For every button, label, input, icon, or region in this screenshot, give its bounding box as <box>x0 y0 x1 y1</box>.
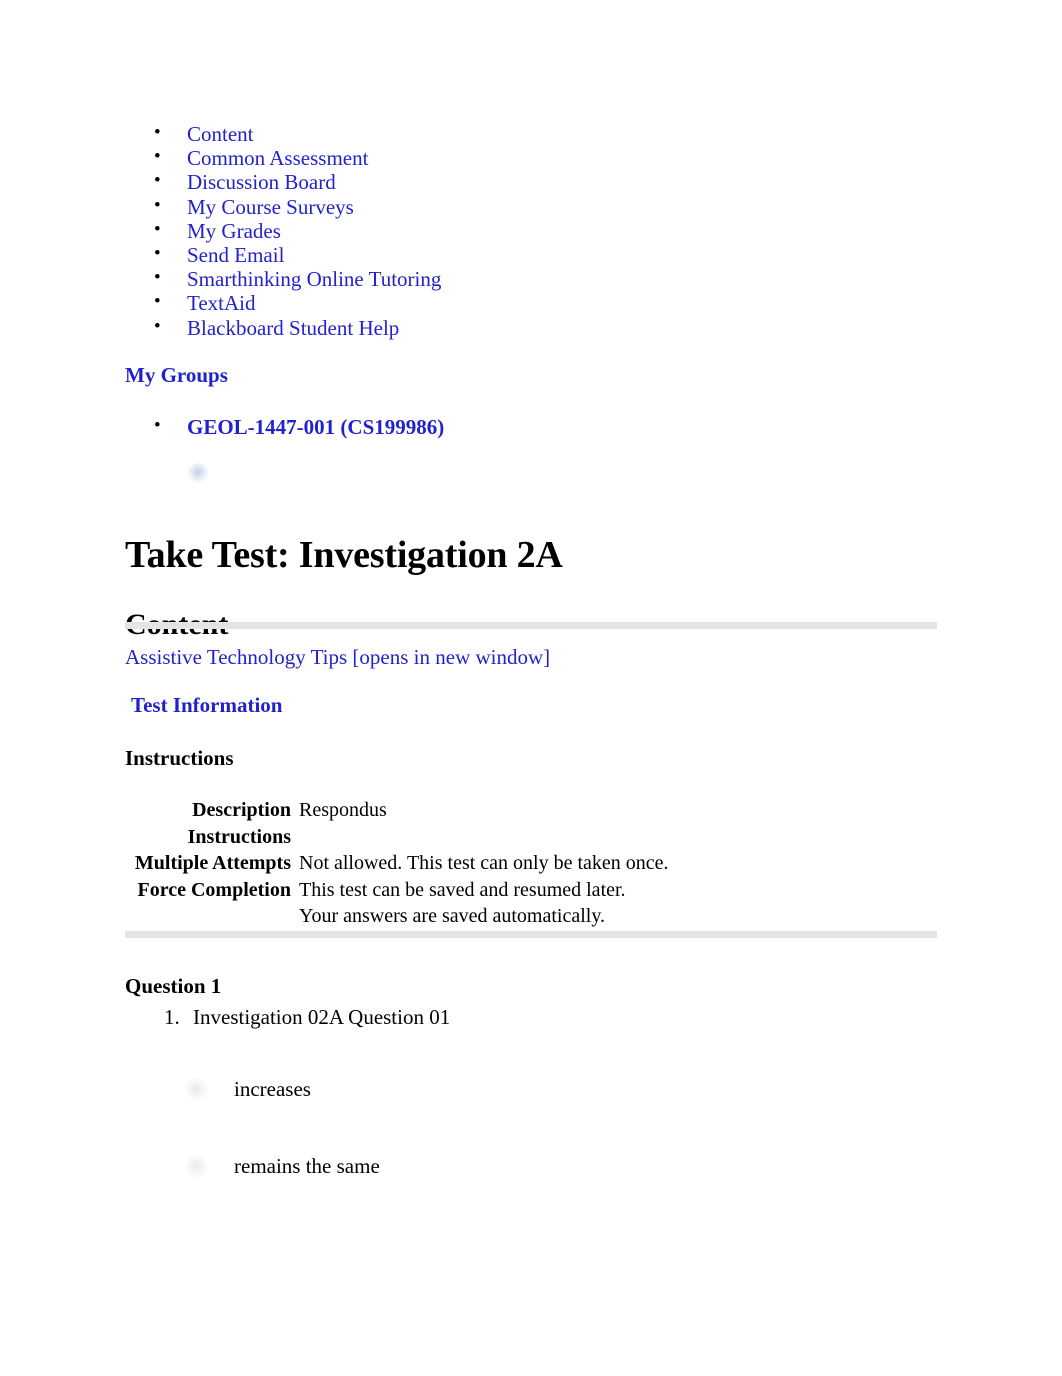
answer-option-label[interactable]: increases <box>234 1076 311 1102</box>
question-list: Investigation 02A Question 01 <box>125 1004 885 1030</box>
content-divider <box>125 622 937 629</box>
answer-option-remains-the-same[interactable]: remains the same <box>125 1147 885 1224</box>
instructions-heading: Instructions <box>125 746 234 770</box>
row-value: This test can be saved and resumed later… <box>299 878 626 901</box>
radio-button-icon[interactable] <box>185 1078 208 1101</box>
table-row: Multiple Attempts Not allowed. This test… <box>125 850 669 877</box>
test-page: Content Common Assessment Discussion Boa… <box>0 0 1062 1376</box>
question-heading: Question 1 <box>125 974 222 998</box>
radio-button-icon[interactable] <box>185 1155 208 1178</box>
row-value: Not allowed. This test can only be taken… <box>299 852 669 875</box>
sidebar-item-content[interactable]: Content <box>125 121 925 146</box>
my-groups-heading: My Groups <box>125 363 228 387</box>
sidebar-item-label[interactable]: My Course Surveys <box>187 195 354 219</box>
table-row: Instructions <box>125 824 669 851</box>
sidebar-item-send-email[interactable]: Send Email <box>125 242 925 267</box>
course-menu: Content Common Assessment Discussion Boa… <box>125 121 925 340</box>
row-value <box>295 824 669 851</box>
row-label: Description <box>192 799 291 821</box>
sidebar-item-label[interactable]: Content <box>187 122 254 146</box>
sidebar-item-blackboard-student-help[interactable]: Blackboard Student Help <box>125 314 925 340</box>
row-label: Multiple Attempts <box>134 852 291 875</box>
sidebar-item-smarthinking-online-tutoring[interactable]: Smarthinking Online Tutoring <box>125 266 925 291</box>
sidebar-item-label[interactable]: Smarthinking Online Tutoring <box>187 267 441 291</box>
table-row: Force Completion This test can be saved … <box>125 877 669 904</box>
sidebar-item-textaid[interactable]: TextAid <box>125 290 925 315</box>
sidebar-item-label[interactable]: Send Email <box>187 243 284 267</box>
answer-option-label[interactable]: remains the same <box>234 1153 380 1179</box>
row-value: Respondus <box>299 799 387 821</box>
sidebar-item-common-assessment[interactable]: Common Assessment <box>125 145 925 170</box>
table-row: Description Respondus <box>125 797 669 824</box>
row-label <box>125 903 295 930</box>
group-item-label[interactable]: GEOL-1447-001 (CS199986) <box>187 415 444 439</box>
sidebar-item-label[interactable]: Blackboard Student Help <box>187 316 399 340</box>
sidebar-item-discussion-board[interactable]: Discussion Board <box>125 169 925 194</box>
assistive-technology-tips-link[interactable]: Assistive Technology Tips [opens in new … <box>125 645 550 670</box>
broken-image-icon <box>188 463 208 483</box>
row-label: Force Completion <box>137 878 292 901</box>
sidebar-item-label[interactable]: TextAid <box>187 291 256 315</box>
sidebar-item-my-grades[interactable]: My Grades <box>125 218 925 243</box>
group-item-geol-1447-001[interactable]: GEOL-1447-001 (CS199986) <box>125 413 925 440</box>
answer-options: increases remains the same <box>125 1070 885 1224</box>
page-title: Take Test: Investigation 2A <box>125 534 563 577</box>
test-information-table: Description Respondus Instructions Multi… <box>125 797 669 930</box>
question-text: Investigation 02A Question 01 <box>185 1004 885 1030</box>
row-label: Instructions <box>187 825 291 848</box>
row-value: Your answers are saved automatically. <box>299 905 606 928</box>
sidebar-item-label[interactable]: My Grades <box>187 219 281 243</box>
test-information-heading: Test Information <box>131 693 283 717</box>
sidebar-item-label[interactable]: Discussion Board <box>187 170 336 194</box>
instructions-divider <box>125 931 937 938</box>
sidebar-item-label[interactable]: Common Assessment <box>187 146 368 170</box>
my-groups-list: GEOL-1447-001 (CS199986) <box>125 413 925 440</box>
answer-option-increases[interactable]: increases <box>125 1070 885 1147</box>
sidebar-item-my-course-surveys[interactable]: My Course Surveys <box>125 194 925 219</box>
table-row: Your answers are saved automatically. <box>125 903 669 930</box>
